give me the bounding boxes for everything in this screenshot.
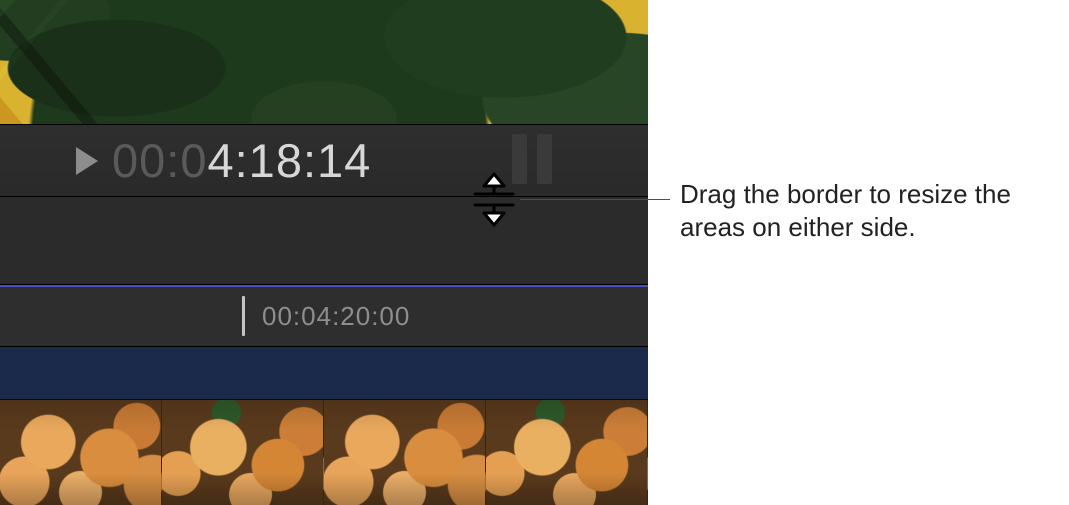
callout-leader-line <box>520 199 670 200</box>
audio-meter-bar-right <box>537 134 552 184</box>
timeline-gap-lane <box>0 346 648 399</box>
timecode-display[interactable]: 00:0 4:18:14 <box>112 133 371 188</box>
ruler-timecode-label: 00:04:20:00 <box>262 301 410 332</box>
play-icon[interactable] <box>76 147 98 175</box>
audio-meter <box>512 134 552 184</box>
timeline-ruler[interactable]: 00:04:20:00 <box>0 285 648 346</box>
playhead-marker[interactable] <box>242 296 245 336</box>
viewer-pane <box>0 0 648 124</box>
clip-thumbnail <box>324 400 486 505</box>
audio-meter-bar-left <box>512 134 527 184</box>
callout-text: Drag the border to resize the areas on e… <box>680 178 1050 243</box>
clip-thumbnail <box>486 400 648 505</box>
annotated-figure: 00:0 4:18:14 00:04:20:00 <box>0 0 1069 505</box>
clip-thumbnail <box>0 400 162 505</box>
timecode-dim-segment: 00:0 <box>112 133 207 188</box>
timecode-bright-segment: 4:18:14 <box>207 133 371 188</box>
video-editor-crop: 00:0 4:18:14 00:04:20:00 <box>0 0 648 505</box>
pane-divider[interactable] <box>0 196 648 285</box>
timeline-clip-filmstrip[interactable] <box>0 399 648 505</box>
timecode-toolbar: 00:0 4:18:14 <box>0 124 648 196</box>
clip-thumbnail <box>162 400 324 505</box>
